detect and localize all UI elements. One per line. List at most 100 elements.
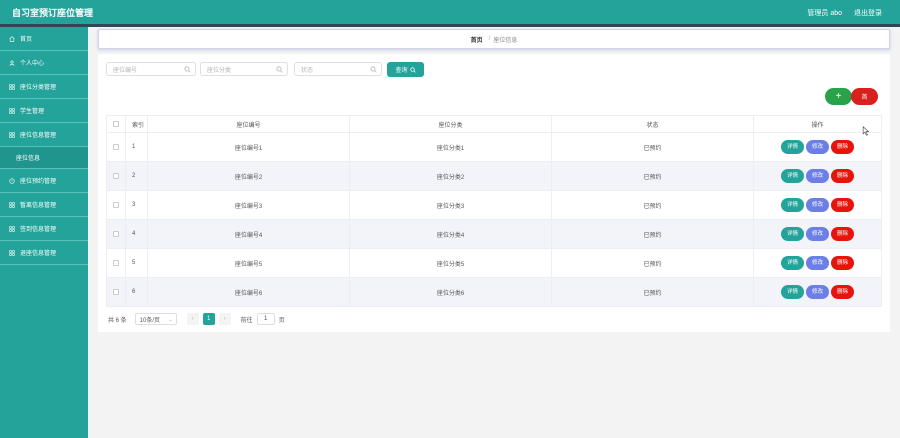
delete-button[interactable]: 删除 [831, 198, 854, 212]
category-placeholder: 座位分类 [207, 67, 232, 74]
row-seat-no: 座位编号2 [147, 161, 350, 191]
header-status: 状态 [551, 115, 754, 133]
detail-button[interactable]: 详情 [781, 256, 804, 270]
sidebar-item-seat-category[interactable]: 座位分类管理 [0, 75, 88, 99]
table-row: 3 座位编号3 座位分类3 已预约 详情 修改 删除 [106, 190, 882, 220]
edit-button[interactable]: 修改 [806, 256, 829, 270]
edit-button[interactable]: 修改 [806, 140, 829, 154]
sidebar-item-label: 座位信息 [16, 156, 41, 162]
delete-button[interactable]: 删除 [831, 285, 854, 299]
goto-page-input[interactable]: 1 [256, 313, 275, 325]
detail-button[interactable]: 详情 [781, 198, 804, 212]
search-icon [409, 66, 416, 73]
query-button[interactable]: 查询 [387, 62, 424, 77]
row-checkbox[interactable] [113, 288, 119, 295]
row-actions: 详情 修改 删除 [753, 277, 882, 307]
sidebar-item-checkin[interactable]: 签到信息管理 [0, 217, 88, 241]
breadcrumb-home[interactable]: 首页 [471, 35, 483, 44]
select-all-cell[interactable] [106, 115, 126, 133]
row-checkbox[interactable] [113, 259, 119, 266]
delete-button[interactable]: 删除 [831, 227, 854, 241]
delete-button[interactable]: 删除 [831, 169, 854, 183]
select-all-checkbox[interactable] [113, 120, 119, 127]
sidebar-item-checkout[interactable]: 退座信息管理 [0, 241, 88, 265]
sidebar-item-profile[interactable]: 个人中心 [0, 51, 88, 75]
breadcrumb: 首页 / 座位信息 [98, 29, 890, 49]
logout-link[interactable]: 退出登录 [854, 8, 882, 18]
edit-button[interactable]: 修改 [806, 198, 829, 212]
app-title: 自习室预订座位管理 [12, 8, 94, 18]
grid-icon [9, 107, 15, 114]
detail-button[interactable]: 详情 [781, 285, 804, 299]
sidebar-subitem-seat-info[interactable]: 座位信息 [0, 147, 88, 169]
row-checkbox[interactable] [113, 230, 119, 237]
row-index: 6 [125, 277, 148, 307]
row-status: 已预约 [551, 248, 754, 278]
edit-button[interactable]: 修改 [806, 285, 829, 299]
sidebar-item-label: 个人中心 [20, 61, 45, 67]
seat-no-input[interactable]: 座位编号 [106, 62, 196, 76]
category-input[interactable]: 座位分类 [200, 62, 288, 76]
header-seat-no: 座位编号 [147, 115, 350, 133]
seat-no-placeholder: 座位编号 [113, 67, 138, 74]
row-actions: 详情 修改 删除 [753, 161, 882, 191]
next-page-button[interactable]: › [218, 313, 231, 325]
row-index: 4 [125, 219, 148, 249]
table-row: 2 座位编号2 座位分类2 已预约 详情 修改 删除 [106, 161, 882, 191]
grid-icon [9, 201, 15, 208]
row-seat-no: 座位编号1 [147, 132, 350, 162]
goto-suffix: 页 [278, 317, 285, 324]
page-number-button[interactable]: 1 [202, 313, 215, 325]
seat-table: 索引 座位编号 座位分类 状态 操作 1 座位编号1 座位分类1 已预约 详情修… [106, 115, 882, 307]
row-checkbox[interactable] [113, 201, 119, 208]
top-bar: 自习室预订座位管理 管理员 abo 退出登录 [0, 0, 900, 24]
query-button-label: 查询 [395, 68, 408, 74]
sidebar-item-home[interactable]: 首页 [0, 27, 88, 51]
sidebar-item-leave[interactable]: 暂离信息管理 [0, 193, 88, 217]
row-actions: 详情 修改 删除 [753, 248, 882, 278]
grid-icon [9, 83, 15, 90]
detail-button[interactable]: 详情 [781, 169, 804, 183]
grid-icon [9, 131, 15, 138]
row-status: 已预约 [551, 277, 754, 307]
sidebar-item-label: 座位信息管理 [20, 133, 57, 139]
delete-button[interactable]: 删除 [831, 256, 854, 270]
row-checkbox[interactable] [113, 143, 119, 150]
status-input[interactable]: 状态 [294, 62, 382, 76]
edit-button[interactable]: 修改 [806, 227, 829, 241]
prev-page-button[interactable]: ‹ [186, 313, 199, 325]
sidebar: 首页 个人中心 座位分类管理 学生管理 座位信息管理 座位信息 座位预约管理 暂… [0, 27, 88, 438]
sidebar-item-students[interactable]: 学生管理 [0, 99, 88, 123]
delete-button[interactable]: 删除 [831, 140, 854, 154]
detail-button[interactable]: 详情 [781, 227, 804, 241]
batch-delete-button[interactable]: 首 [851, 88, 878, 105]
chevron-down-icon: ⌄ [168, 317, 173, 323]
add-button[interactable]: + [825, 88, 852, 105]
page-size-value: 10条/页 [139, 317, 161, 324]
row-status: 已预约 [551, 161, 754, 191]
row-status: 已预约 [551, 219, 754, 249]
content-panel: 座位编号 座位分类 状态 查询 + 首 索引 座位编号 座位分类 状态 操作 1… [98, 54, 890, 332]
detail-button[interactable]: 详情 [781, 140, 804, 154]
search-icon [276, 66, 283, 73]
row-category: 座位分类3 [349, 190, 552, 220]
sidebar-item-seat-info-mgmt[interactable]: 座位信息管理 [0, 123, 88, 147]
row-actions: 详情 修改 删除 [753, 190, 882, 220]
header-category: 座位分类 [349, 115, 552, 133]
row-index: 3 [125, 190, 148, 220]
breadcrumb-current: 座位信息 [493, 37, 518, 44]
search-icon [184, 66, 191, 73]
breadcrumb-separator: / [488, 36, 491, 42]
page-size-select[interactable]: 10条/页 ⌄ [134, 313, 177, 325]
row-checkbox[interactable] [113, 172, 119, 179]
user-icon [9, 60, 15, 66]
table-row: 4 座位编号4 座位分类4 已预约 详情 修改 删除 [106, 219, 882, 249]
table-row: 1 座位编号1 座位分类1 已预约 详情 修改 删除 [106, 132, 882, 162]
sidebar-item-reservation[interactable]: 座位预约管理 [0, 169, 88, 193]
row-category: 座位分类2 [349, 161, 552, 191]
row-seat-no: 座位编号6 [147, 277, 350, 307]
grid-icon [9, 225, 15, 232]
edit-button[interactable]: 修改 [806, 169, 829, 183]
row-index: 5 [125, 248, 148, 278]
row-category: 座位分类4 [349, 219, 552, 249]
